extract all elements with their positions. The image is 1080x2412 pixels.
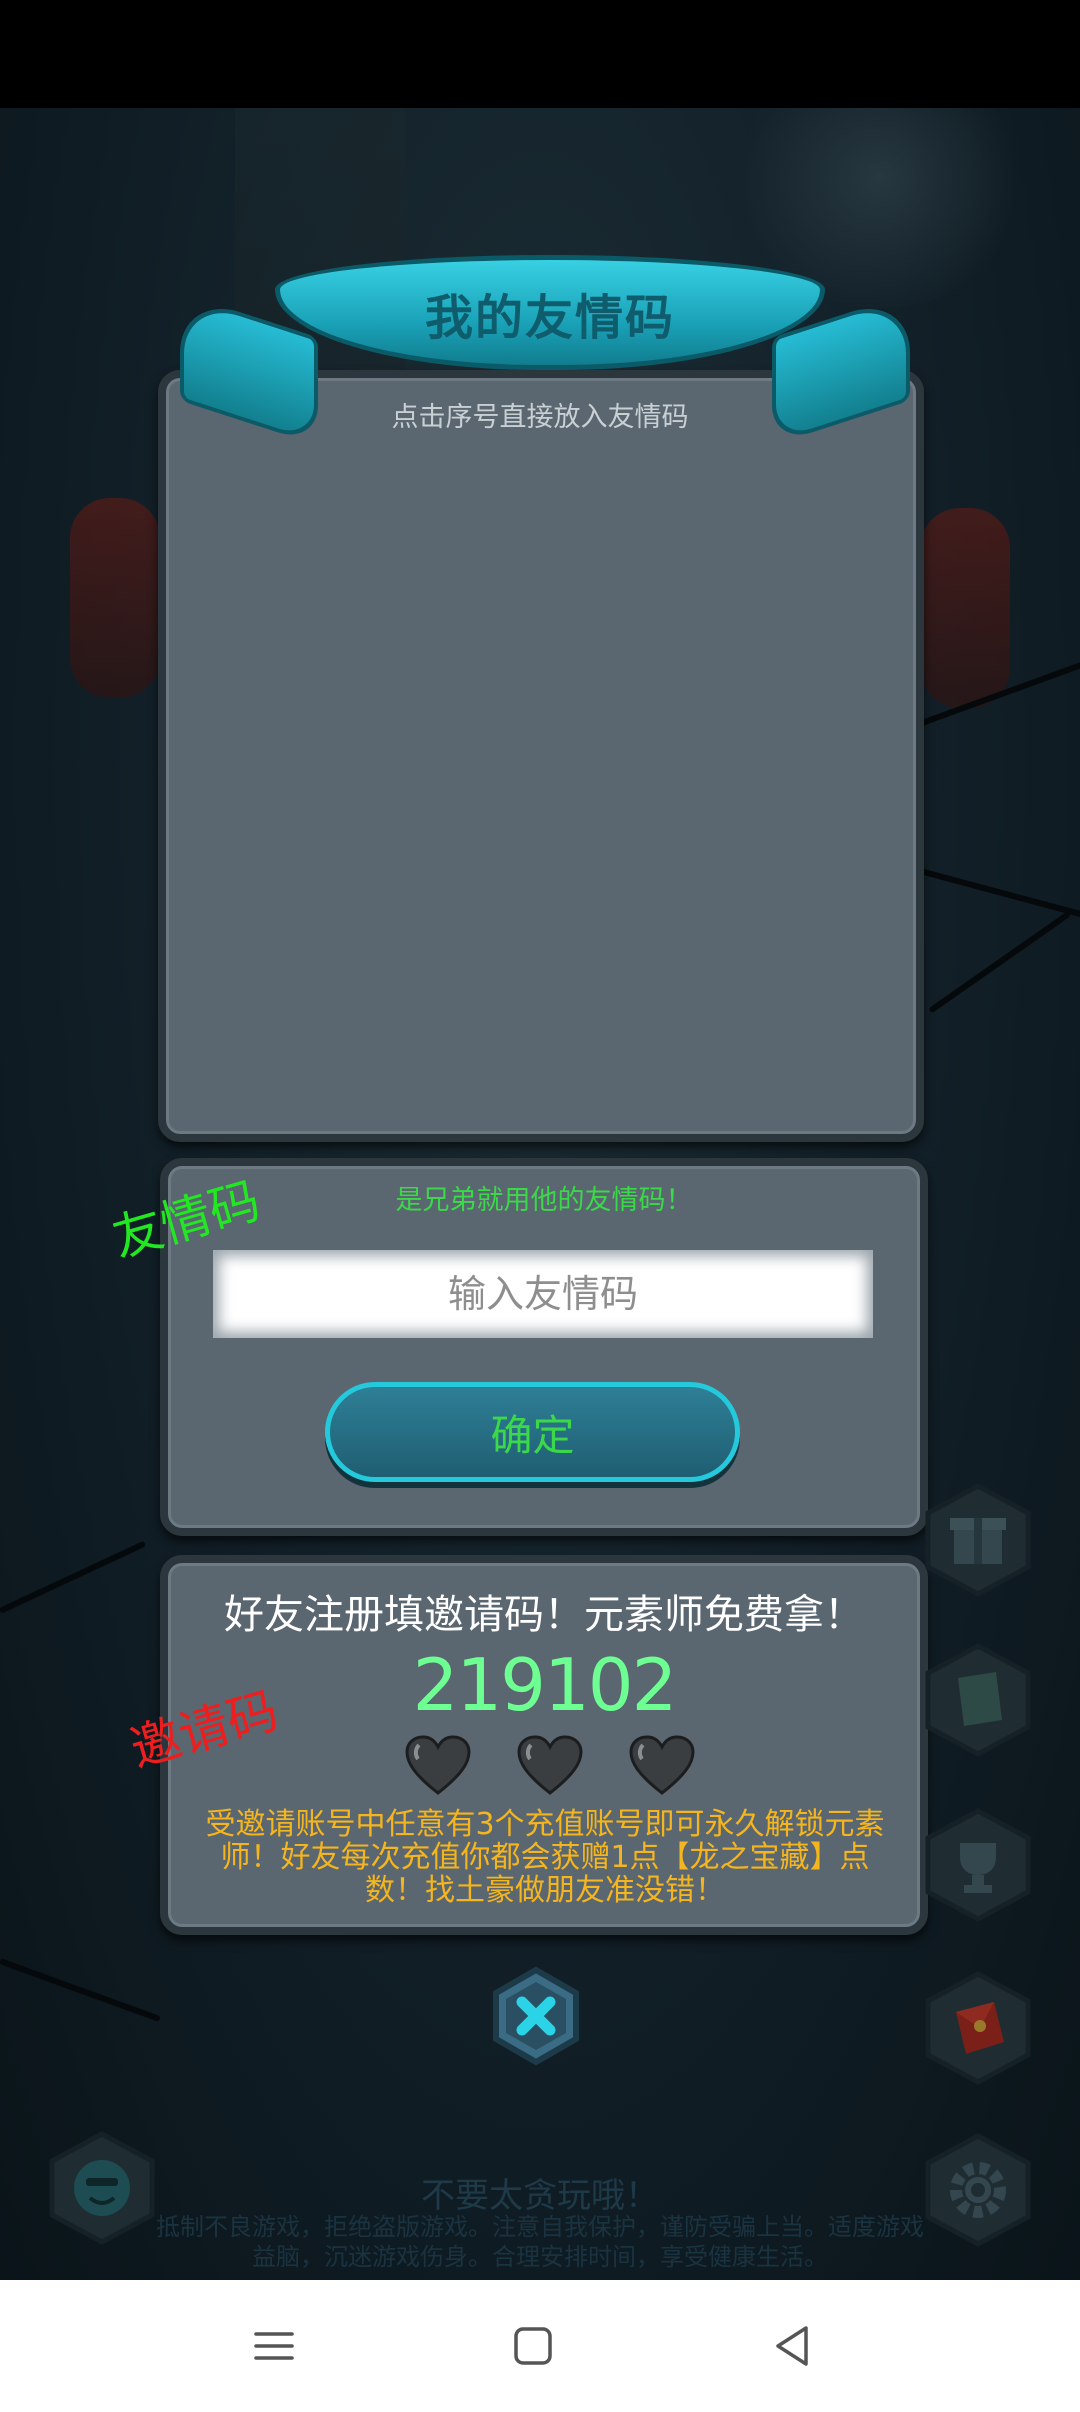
invite-description: 受邀请账号中任意有3个充值账号即可永久解锁元素师！好友每次充值你都会获赠1点【龙…: [205, 1807, 885, 1908]
dialog-hint: 点击序号直接放入友情码: [391, 402, 689, 433]
gift-icon[interactable]: [918, 1480, 1038, 1600]
home-icon: [514, 2327, 552, 2365]
heart-icon: [517, 1735, 583, 1795]
friend-code-input[interactable]: [213, 1250, 873, 1338]
close-icon: [493, 1966, 579, 2066]
navigation-bar: [0, 2280, 1080, 2412]
invite-title: 好友注册填邀请码！元素师免费拿！: [224, 1592, 864, 1638]
back-icon: [776, 2326, 808, 2366]
close-button[interactable]: [486, 1966, 586, 2066]
heart-icon: [405, 1735, 471, 1795]
heart-icon: [629, 1735, 695, 1795]
enter-code-prompt: 是兄弟就用他的友情码！: [395, 1185, 693, 1216]
home-button[interactable]: [503, 2316, 563, 2376]
friend-code-list-panel: [158, 370, 924, 1142]
confirm-button[interactable]: 确定: [325, 1382, 740, 1482]
status-bar: [0, 0, 1080, 108]
red-envelope-icon[interactable]: [918, 1968, 1038, 2088]
menu-button[interactable]: [244, 2316, 304, 2376]
menu-icon: [254, 2332, 294, 2360]
card-icon[interactable]: [918, 1640, 1038, 1760]
back-button[interactable]: [762, 2316, 822, 2376]
invite-hearts: [405, 1735, 695, 1795]
dialog-title: 我的友情码: [424, 289, 675, 346]
footer-warning: 不要太贪玩哦！: [421, 2176, 659, 2216]
health-notice: 抵制不良游戏，拒绝盗版游戏。注意自我保护，谨防受骗上当。适度游戏益脑，沉迷游戏伤…: [156, 2213, 924, 2271]
confirm-label: 确定: [490, 1410, 575, 1460]
trophy-icon[interactable]: [918, 1805, 1038, 1925]
